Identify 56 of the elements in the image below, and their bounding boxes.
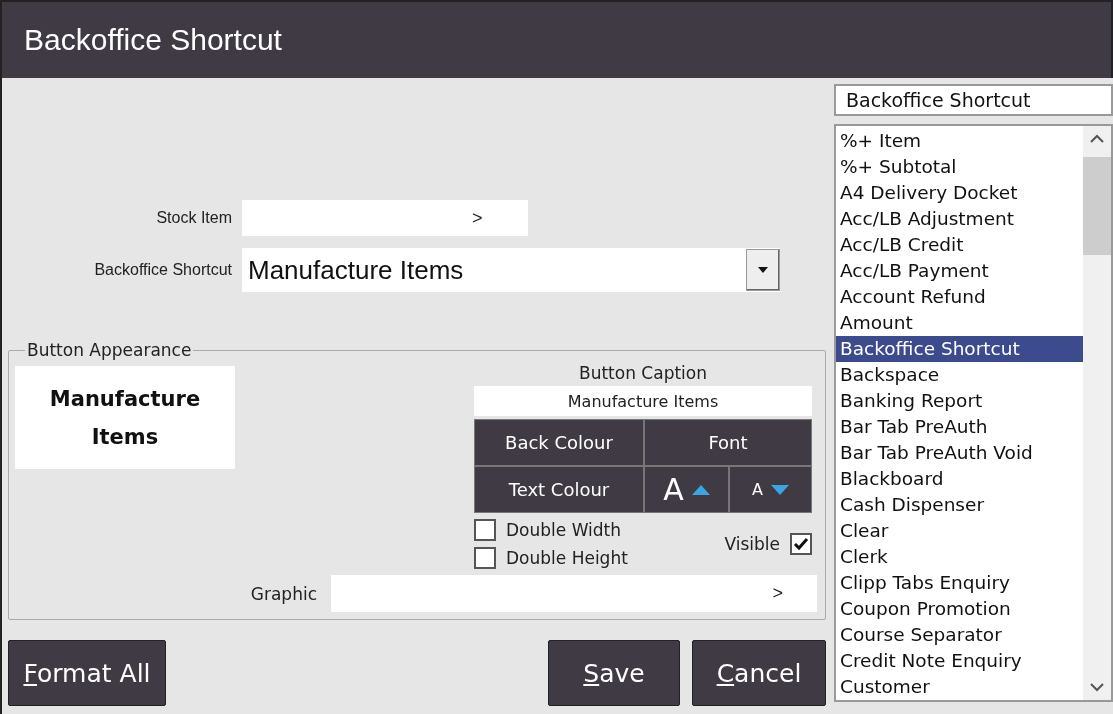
window-title: Backoffice Shortcut [24, 23, 282, 57]
scrollbar-thumb[interactable] [1083, 157, 1111, 255]
list-item[interactable]: Acc/LB Adjustment [836, 206, 1083, 232]
list-item[interactable]: Customer [836, 674, 1083, 700]
list-item[interactable]: Backoffice Shortcut [836, 336, 1083, 362]
scroll-down-icon[interactable] [1090, 683, 1104, 692]
list-item[interactable]: Coupon Promotion [836, 596, 1083, 622]
scrollbar[interactable] [1083, 126, 1111, 700]
list-item[interactable]: Clipp Tabs Enquiry [836, 570, 1083, 596]
list-item[interactable]: Course Separator [836, 622, 1083, 648]
field-label: Stock Item [155, 209, 233, 227]
dropdown-button[interactable] [746, 249, 780, 291]
list-item[interactable]: Bar Tab PreAuth Void [836, 440, 1083, 466]
colour-button[interactable]: Back Colour [474, 419, 644, 466]
format-all-button[interactable]: Format All [8, 640, 166, 706]
list-item[interactable]: Credit Note Enquiry [836, 648, 1083, 674]
cancel-button[interactable]: Cancel [692, 640, 826, 706]
checkbox[interactable] [474, 547, 496, 569]
function-search-field[interactable]: Backoffice Shortcut [834, 84, 1113, 116]
list-item[interactable]: A4 Delivery Docket [836, 180, 1083, 206]
list-item[interactable]: Clear [836, 518, 1083, 544]
checkbox[interactable] [474, 519, 496, 541]
checkbox-label: Visible [724, 534, 780, 554]
checkbox-label: Double Width [506, 520, 622, 540]
list-item[interactable]: Bar Tab PreAuth [836, 414, 1083, 440]
save-button[interactable]: Save [548, 640, 680, 706]
font-button[interactable]: Font [644, 419, 812, 466]
stock-item-field[interactable]: > [242, 200, 528, 236]
field-label: Backoffice Shortcut [93, 261, 233, 279]
scroll-up-icon[interactable] [1090, 134, 1104, 143]
list-item[interactable]: Banking Report [836, 388, 1083, 414]
list-item[interactable]: Acc/LB Credit [836, 232, 1083, 258]
colour-button[interactable]: Text Colour [474, 466, 644, 513]
list-item[interactable]: %+ Item [836, 128, 1083, 154]
checkbox-label: Double Height [506, 548, 628, 568]
list-item[interactable]: %+ Subtotal [836, 154, 1083, 180]
caption-field[interactable]: Manufacture Items [474, 386, 812, 416]
shortcut-dropdown[interactable]: Manufacture Items [242, 248, 780, 292]
triangle-down-icon [770, 484, 789, 495]
caret-icon [758, 267, 768, 273]
font-smaller-button[interactable]: A [729, 466, 812, 513]
graphic-field[interactable]: > [331, 575, 817, 612]
checkbox[interactable] [790, 533, 812, 555]
triangle-up-icon [691, 484, 710, 495]
list-item[interactable]: Cash Dispenser [836, 492, 1083, 518]
list-item[interactable]: Backspace [836, 362, 1083, 388]
caption-heading: Button Caption [579, 362, 707, 385]
list-item[interactable]: Blackboard [836, 466, 1083, 492]
field-label: Graphic [250, 583, 317, 604]
list-item[interactable]: Acc/LB Payment [836, 258, 1083, 284]
font-larger-button[interactable]: A [644, 466, 729, 513]
button-preview: Manufacture Items [15, 366, 235, 469]
list-item[interactable]: Amount [836, 310, 1083, 336]
group-title: Button Appearance [26, 340, 193, 360]
list-item[interactable]: Account Refund [836, 284, 1083, 310]
list-item[interactable]: Clerk [836, 544, 1083, 570]
